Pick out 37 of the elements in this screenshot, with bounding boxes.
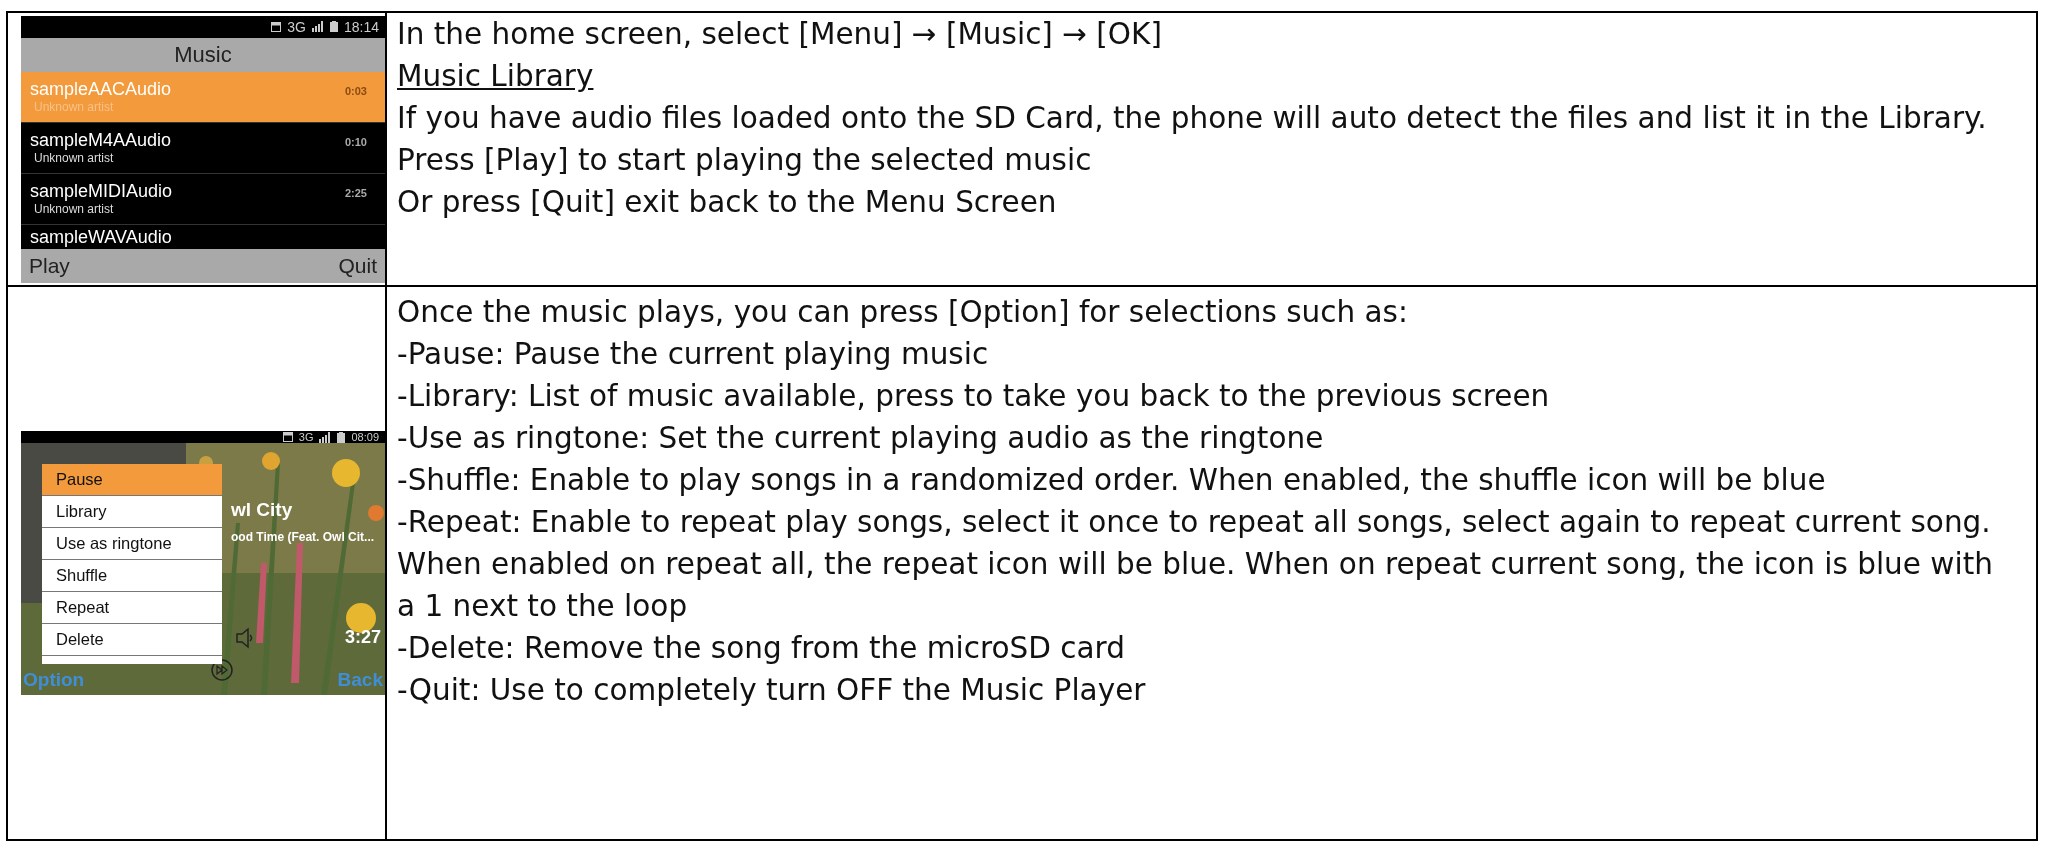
status-time: 18:14 [343, 18, 379, 35]
sd-card-icon [282, 432, 293, 442]
softkey[interactable]: Quit [338, 253, 377, 278]
elapsed-time: 3:27 [344, 627, 381, 648]
network-type: 3G [287, 18, 306, 35]
menu-item[interactable]: Pause [42, 464, 222, 496]
signal-icon [311, 21, 324, 32]
instruction-text: -Repeat: Enable to repeat play songs, select it once to repeat all songs, select again to repeat current song. [397, 504, 1991, 541]
screen-title: Music [174, 41, 232, 68]
instruction-text: In the home screen, select [Menu] → [Music] → [OK] [397, 16, 1162, 53]
instruction-text: If you have audio files loaded onto the SD Card, the phone will auto detect the files and list it in the Library. [397, 100, 1987, 137]
fast-forward-icon[interactable] [211, 659, 233, 681]
battery-icon [329, 21, 338, 32]
instruction-text: -Library: List of music available, press to take you back to the previous screen [397, 378, 1550, 415]
signal-icon [319, 431, 332, 443]
status-time: 08:09 [351, 431, 379, 443]
track-item[interactable]: sampleM4AAudio 0:10 Unknown artist [21, 122, 385, 174]
instruction-text: -Use as ringtone: Set the current playing audio as the ringtone [397, 420, 1324, 457]
track-title[interactable]: sampleWAVAudio [30, 227, 172, 246]
song-title: ood Time (Feat. Owl Cit... [231, 530, 375, 544]
instruction-text: Press [Play] to start playing the selected music [397, 142, 1092, 179]
softkey[interactable]: Play [29, 253, 70, 278]
instruction-text: -Shuffle: Enable to play songs in a randomized order. When enabled, the shuffle icon will be blue [397, 462, 1826, 499]
track-item[interactable]: sampleMIDIAudio 2:25 Unknown artist [21, 173, 385, 225]
instruction-text: -Pause: Pause the current playing music [397, 336, 989, 373]
instruction-text: When enabled on repeat all, the repeat icon will be blue. When on repeat current song, the icon is blue with [397, 546, 1993, 583]
instruction-text: a 1 next to the loop [397, 588, 688, 625]
instruction-text: -Quit: Use to completely turn OFF the Music Player [397, 672, 1146, 709]
sd-card-icon [271, 21, 282, 32]
battery-icon [337, 431, 346, 443]
speaker-icon[interactable] [235, 627, 255, 649]
section-heading: Music Library [397, 58, 594, 95]
artist-name: wl City [231, 499, 293, 521]
instruction-text: Once the music plays, you can press [Option] for selections such as: [397, 294, 1408, 331]
instruction-text: Or press [Quit] exit back to the Menu Screen [397, 184, 1057, 221]
instruction-text: -Delete: Remove the song from the microSD card [397, 630, 1125, 667]
network-type: 3G [298, 431, 314, 443]
